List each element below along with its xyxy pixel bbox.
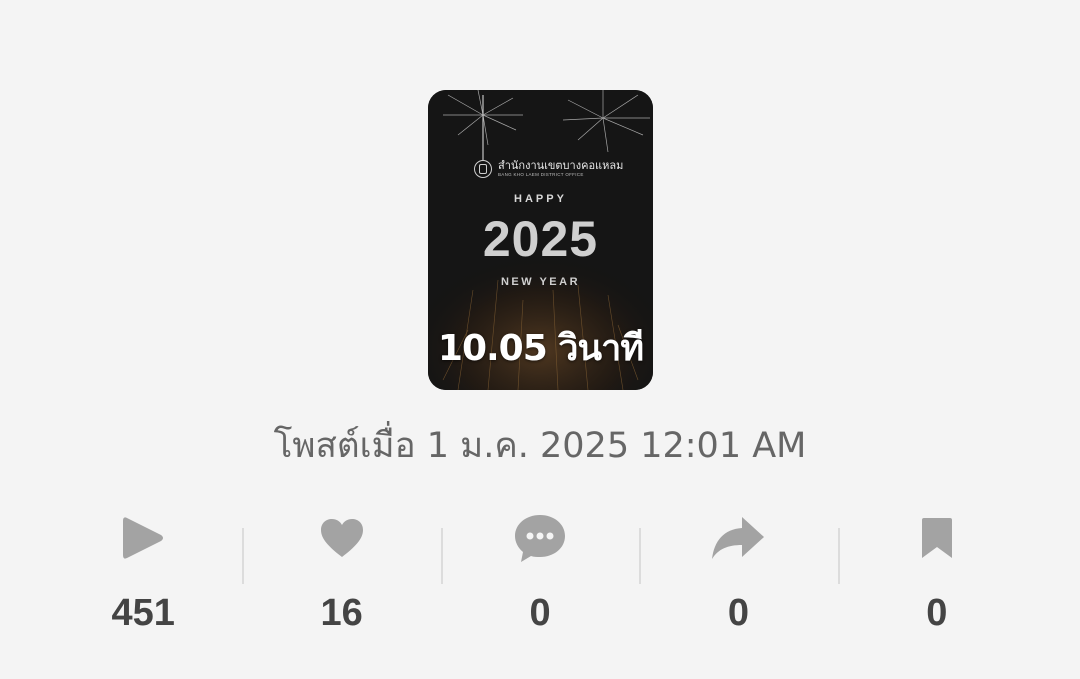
organization-name-english: BANG KHO LAEM DISTRICT OFFICE [498, 172, 584, 178]
district-seal-icon [474, 160, 492, 178]
stats-bar: 451 16 0 0 0 [44, 500, 1036, 640]
organization-name-thai: สำนักงานเขตบางคอแหลม [498, 159, 624, 173]
saves-count: 0 [926, 592, 948, 634]
play-icon [113, 508, 173, 568]
greeting-new-year: NEW YEAR [500, 276, 581, 288]
video-duration: 10.05 วินาที [437, 328, 644, 369]
stat-saves[interactable]: 0 [837, 500, 1036, 640]
video-thumbnail[interactable]: สำนักงานเขตบางคอแหลม BANG KHO LAEM DISTR… [428, 90, 653, 390]
greeting-happy: HAPPY [514, 193, 567, 205]
comment-icon [510, 508, 570, 568]
comments-count: 0 [529, 592, 551, 634]
views-count: 451 [111, 592, 175, 634]
likes-count: 16 [320, 592, 363, 634]
bookmark-icon [907, 508, 967, 568]
shares-count: 0 [727, 592, 749, 634]
heart-icon [312, 508, 372, 568]
stat-shares[interactable]: 0 [639, 500, 837, 640]
organization-logo: สำนักงานเขตบางคอแหลม BANG KHO LAEM DISTR… [474, 160, 623, 178]
stat-likes[interactable]: 16 [242, 500, 440, 640]
share-icon [708, 508, 768, 568]
stat-views[interactable]: 451 [44, 500, 242, 640]
greeting-year: 2025 [482, 211, 599, 267]
posted-date: โพสต์เมื่อ 1 ม.ค. 2025 12:01 AM [273, 426, 807, 466]
stat-comments[interactable]: 0 [440, 500, 639, 640]
